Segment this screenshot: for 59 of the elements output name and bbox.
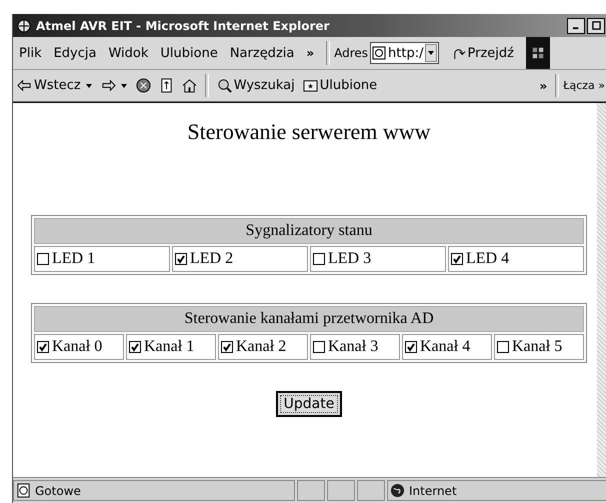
- search-button[interactable]: Wyszukaj: [216, 78, 295, 93]
- caret-icon[interactable]: [84, 82, 93, 90]
- page-icon: [372, 46, 386, 60]
- checkbox[interactable]: [451, 253, 463, 265]
- links-button[interactable]: Łącza »: [563, 79, 605, 92]
- maximize-icon: [592, 21, 600, 30]
- maximize-button[interactable]: [587, 18, 605, 34]
- checkbox-label: Kanał 4: [420, 338, 470, 356]
- table-header: Sygnalizatory stanu: [34, 218, 584, 244]
- checkbox-label: LED 3: [328, 250, 372, 268]
- checkbox[interactable]: [221, 341, 233, 353]
- dropdown-icon[interactable]: [425, 44, 438, 62]
- checkbox[interactable]: [37, 253, 49, 265]
- checkbox[interactable]: [313, 341, 325, 353]
- checkbox[interactable]: [405, 341, 417, 353]
- window-title: Atmel AVR EIT - Microsoft Internet Explorer: [36, 18, 330, 32]
- checkbox-label: Kanał 2: [236, 338, 286, 356]
- checkbox-label: LED 1: [52, 250, 96, 268]
- zone-indicator: Internet: [387, 480, 606, 501]
- checkbox-label: Kanał 3: [328, 338, 378, 356]
- logo-icon: [526, 37, 550, 69]
- address-field[interactable]: http:/: [370, 42, 440, 64]
- minimize-button[interactable]: [567, 18, 585, 34]
- menu-item[interactable]: Widok: [108, 46, 148, 60]
- menu-overflow[interactable]: »: [306, 46, 314, 60]
- checkbox-label: LED 2: [190, 250, 234, 268]
- browser-icon: [16, 18, 32, 34]
- page-icon: [16, 483, 31, 498]
- back-button[interactable]: Wstecz: [17, 78, 81, 93]
- checkbox[interactable]: [37, 341, 49, 353]
- globe-icon: [390, 483, 405, 498]
- checkbox-label: Kanał 5: [512, 338, 562, 356]
- back-arrow-icon: [17, 78, 32, 93]
- checkbox-label: Kanał 1: [144, 338, 194, 356]
- table-header: Sterowanie kanałami przetwornika AD: [34, 306, 584, 332]
- page-heading: Sterowanie serwerem www: [186, 119, 432, 145]
- menu-item[interactable]: Plik: [19, 46, 42, 60]
- toolbar-overflow[interactable]: »: [540, 78, 548, 92]
- checkbox-label: LED 4: [466, 250, 510, 268]
- checkbox[interactable]: [313, 253, 325, 265]
- menu-item[interactable]: Ulubione: [160, 46, 218, 60]
- scrollbar[interactable]: [597, 103, 606, 477]
- refresh-icon[interactable]: [158, 78, 174, 93]
- favorites-button[interactable]: Ulubione: [302, 78, 378, 93]
- caret-icon[interactable]: [120, 82, 128, 90]
- search-icon: [216, 78, 232, 93]
- forward-arrow-icon[interactable]: [100, 78, 116, 93]
- home-icon[interactable]: [182, 78, 197, 93]
- checkbox[interactable]: [497, 341, 509, 353]
- checkbox[interactable]: [175, 253, 187, 265]
- stop-icon[interactable]: [136, 78, 151, 93]
- address-label: Adres: [334, 46, 368, 60]
- checkbox-label: Kanał 0: [52, 338, 102, 356]
- checkbox[interactable]: [129, 341, 141, 353]
- menu-item[interactable]: Edycja: [54, 46, 96, 60]
- update-button[interactable]: Update: [276, 391, 342, 417]
- menu-item[interactable]: Narzędzia: [230, 46, 294, 60]
- status-text: Gotowe: [13, 480, 295, 501]
- go-button[interactable]: Przejdź: [451, 46, 514, 60]
